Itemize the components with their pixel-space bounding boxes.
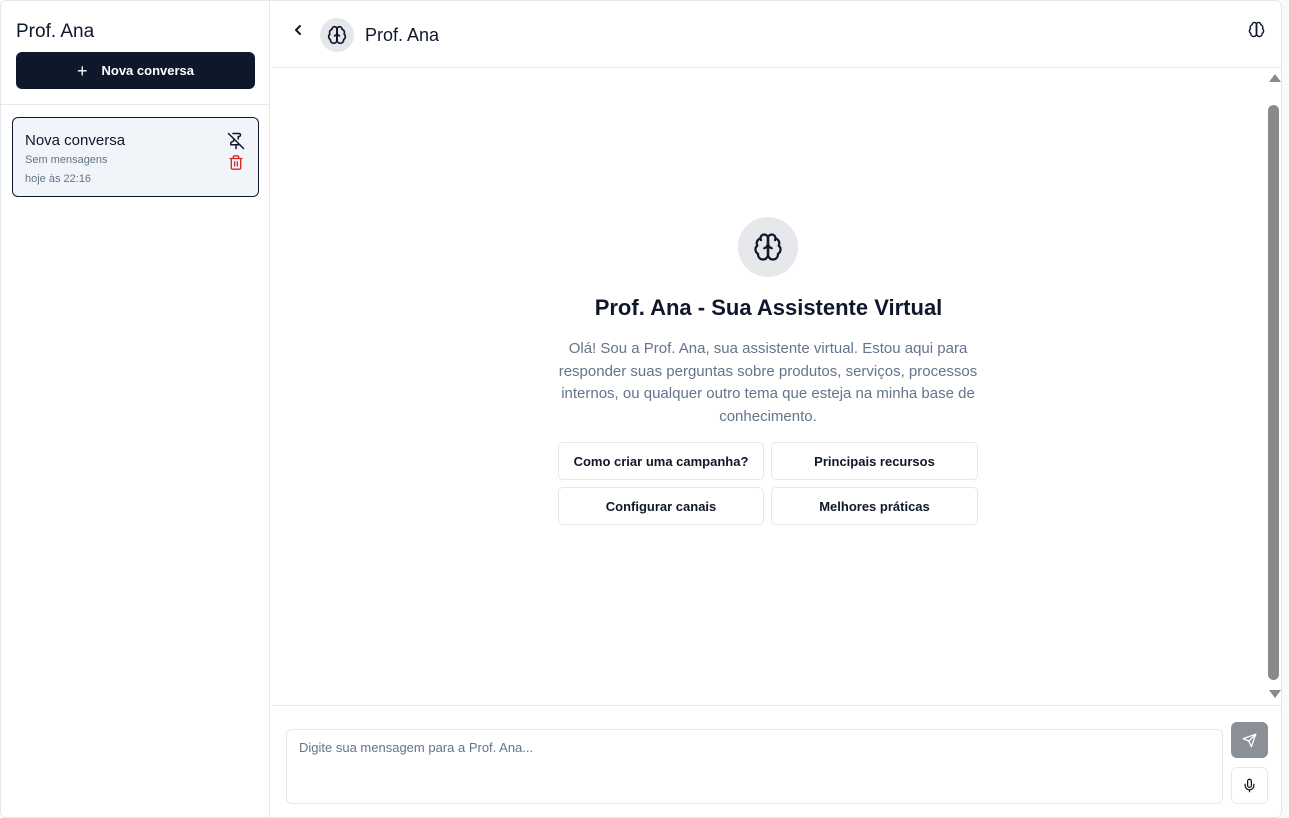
brain-icon[interactable] bbox=[1248, 21, 1265, 38]
message-input[interactable] bbox=[286, 729, 1223, 804]
trash-icon[interactable] bbox=[228, 154, 244, 171]
scroll-thumb[interactable] bbox=[1268, 105, 1279, 680]
plus-icon: + bbox=[76, 60, 88, 81]
new-conversation-label: Nova conversa bbox=[101, 63, 195, 78]
chat-panel: Prof. Ana Prof. Ana - Sua Assistente Vir… bbox=[271, 1, 1281, 817]
conversation-time: hoje às 22:16 bbox=[25, 173, 92, 185]
chat-header: Prof. Ana bbox=[271, 1, 1281, 68]
window-edge bbox=[1282, 0, 1289, 818]
brain-icon bbox=[327, 25, 347, 45]
send-button[interactable] bbox=[1231, 722, 1268, 758]
suggestion-button[interactable]: Como criar uma campanha? bbox=[558, 442, 764, 480]
chat-title: Prof. Ana bbox=[365, 25, 440, 45]
conversation-title: Nova conversa bbox=[25, 132, 126, 149]
chevron-left-icon[interactable] bbox=[291, 21, 305, 39]
pin-off-icon[interactable] bbox=[227, 132, 245, 150]
chat-scrollbar[interactable] bbox=[1266, 69, 1281, 705]
avatar bbox=[320, 18, 354, 52]
welcome-screen: Prof. Ana - Sua Assistente Virtual Olá! … bbox=[271, 69, 1266, 705]
scroll-down-arrow[interactable] bbox=[1269, 690, 1281, 698]
assistant-avatar bbox=[738, 217, 798, 277]
suggestion-button[interactable]: Principais recursos bbox=[771, 442, 978, 480]
sidebar: Prof. Ana + Nova conversa Nova conversa … bbox=[1, 1, 270, 817]
microphone-icon bbox=[1244, 778, 1255, 793]
microphone-button[interactable] bbox=[1231, 767, 1268, 804]
scroll-up-arrow[interactable] bbox=[1269, 74, 1281, 82]
welcome-title: Prof. Ana - Sua Assistente Virtual bbox=[594, 295, 943, 320]
welcome-description: Olá! Sou a Prof. Ana, sua assistente vir… bbox=[558, 340, 978, 425]
suggestion-button[interactable]: Melhores práticas bbox=[771, 487, 978, 525]
send-icon bbox=[1242, 733, 1257, 747]
new-conversation-button[interactable]: + Nova conversa bbox=[16, 52, 255, 89]
sidebar-title: Prof. Ana bbox=[16, 21, 95, 42]
suggestion-button[interactable]: Configurar canais bbox=[558, 487, 764, 525]
composer bbox=[271, 705, 1281, 817]
sidebar-divider bbox=[1, 104, 270, 105]
app-window: Prof. Ana + Nova conversa Nova conversa … bbox=[0, 0, 1282, 818]
conversation-subtitle: Sem mensagens bbox=[25, 154, 108, 166]
conversation-item[interactable]: Nova conversa Sem mensagens hoje às 22:1… bbox=[12, 117, 259, 197]
brain-icon bbox=[754, 233, 782, 261]
